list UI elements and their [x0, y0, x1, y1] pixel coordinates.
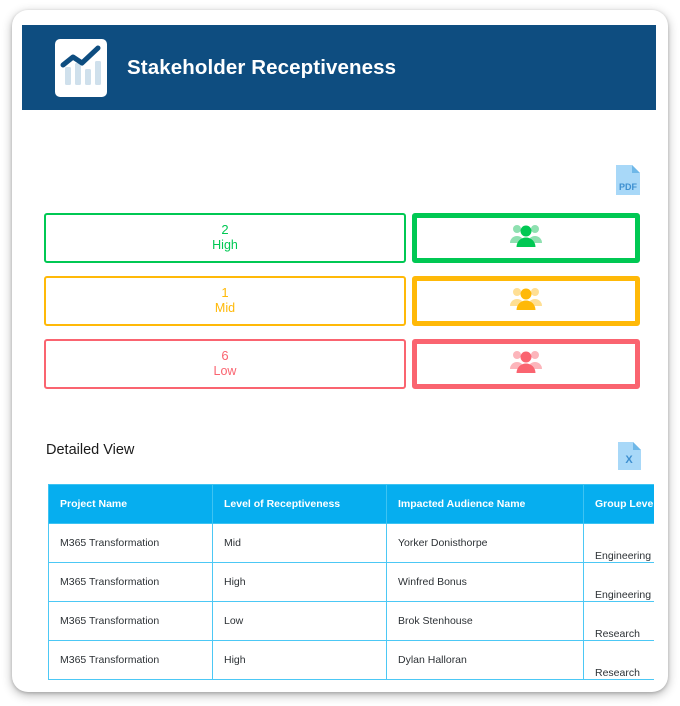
kpi-row-high: 2 High	[44, 213, 644, 263]
svg-text:PDF: PDF	[619, 182, 638, 192]
detailed-view-title: Detailed View	[46, 442, 135, 458]
kpi-count: 1	[221, 285, 229, 301]
svg-text:X: X	[625, 454, 633, 466]
cell-audience: Winfred Bonus	[386, 562, 584, 602]
table-row[interactable]: M365 Transformation Mid Yorker Donisthor…	[48, 523, 654, 563]
column-header-level[interactable]: Level of Receptiveness	[212, 484, 387, 524]
cell-project-name: M365 Transformation	[48, 523, 213, 563]
group-people-icon	[509, 223, 543, 254]
cell-group-level-1: Engineering	[583, 562, 654, 602]
cell-level: Mid	[212, 523, 387, 563]
detailed-view-table: Project Name Level of Receptiveness Impa…	[48, 484, 654, 680]
group-people-icon	[509, 286, 543, 317]
excel-file-icon[interactable]: X	[616, 441, 643, 472]
kpi-value-panel-low[interactable]: 6 Low	[44, 339, 406, 389]
cell-audience: Dylan Halloran	[386, 640, 584, 680]
cell-level	[212, 679, 387, 680]
kpi-count: 2	[221, 222, 229, 238]
cell-project-name: M365 Transformation	[48, 601, 213, 641]
kpi-value-panel-high[interactable]: 2 High	[44, 213, 406, 263]
cell-level: High	[212, 640, 387, 680]
kpi-label: Mid	[214, 301, 236, 316]
cell-project-name: M365 Transformation	[48, 640, 213, 680]
kpi-icon-panel-low[interactable]	[412, 339, 640, 389]
table-row[interactable]: M365 Transformation High Dylan Halloran …	[48, 640, 654, 680]
kpi-list: 2 High 1 Mid 6 Low	[44, 213, 644, 402]
kpi-icon-panel-mid[interactable]	[412, 276, 640, 326]
pdf-file-icon[interactable]: PDF	[613, 163, 643, 197]
bar-line-chart-icon	[55, 38, 107, 97]
cell-level: Low	[212, 601, 387, 641]
cell-audience	[386, 679, 584, 680]
cell-audience: Brok Stenhouse	[386, 601, 584, 641]
dashboard-card: Stakeholder Receptiveness PDF 2 High 1 M…	[12, 10, 668, 692]
cell-group-level-1: Research	[583, 601, 654, 641]
column-header-project-name[interactable]: Project Name	[48, 484, 213, 524]
kpi-row-low: 6 Low	[44, 339, 644, 389]
cell-level: High	[212, 562, 387, 602]
cell-group-level-1	[583, 679, 654, 680]
cell-project-name	[48, 679, 213, 680]
kpi-value-panel-mid[interactable]: 1 Mid	[44, 276, 406, 326]
page-title: Stakeholder Receptiveness	[127, 55, 397, 79]
cell-project-name: M365 Transformation	[48, 562, 213, 602]
page-header: Stakeholder Receptiveness	[22, 25, 656, 110]
group-people-icon	[509, 349, 543, 380]
cell-group-level-1: Research	[583, 640, 654, 680]
cell-audience: Yorker Donisthorpe	[386, 523, 584, 563]
kpi-icon-panel-high[interactable]	[412, 213, 640, 263]
table-row-partial[interactable]	[48, 679, 654, 680]
kpi-row-mid: 1 Mid	[44, 276, 644, 326]
cell-group-level-1: Engineering	[583, 523, 654, 563]
kpi-label: High	[212, 238, 238, 253]
table-header-row: Project Name Level of Receptiveness Impa…	[48, 484, 654, 524]
kpi-count: 6	[221, 348, 229, 364]
table-row[interactable]: M365 Transformation High Winfred Bonus E…	[48, 562, 654, 602]
kpi-label: Low	[213, 364, 237, 379]
column-header-impacted-audience[interactable]: Impacted Audience Name	[386, 484, 584, 524]
app-root: Stakeholder Receptiveness PDF 2 High 1 M…	[0, 0, 680, 706]
table-row[interactable]: M365 Transformation Low Brok Stenhouse R…	[48, 601, 654, 641]
detailed-view-table-container[interactable]: Project Name Level of Receptiveness Impa…	[48, 484, 654, 680]
column-header-group-level-1[interactable]: Group Level 1	[583, 484, 654, 524]
